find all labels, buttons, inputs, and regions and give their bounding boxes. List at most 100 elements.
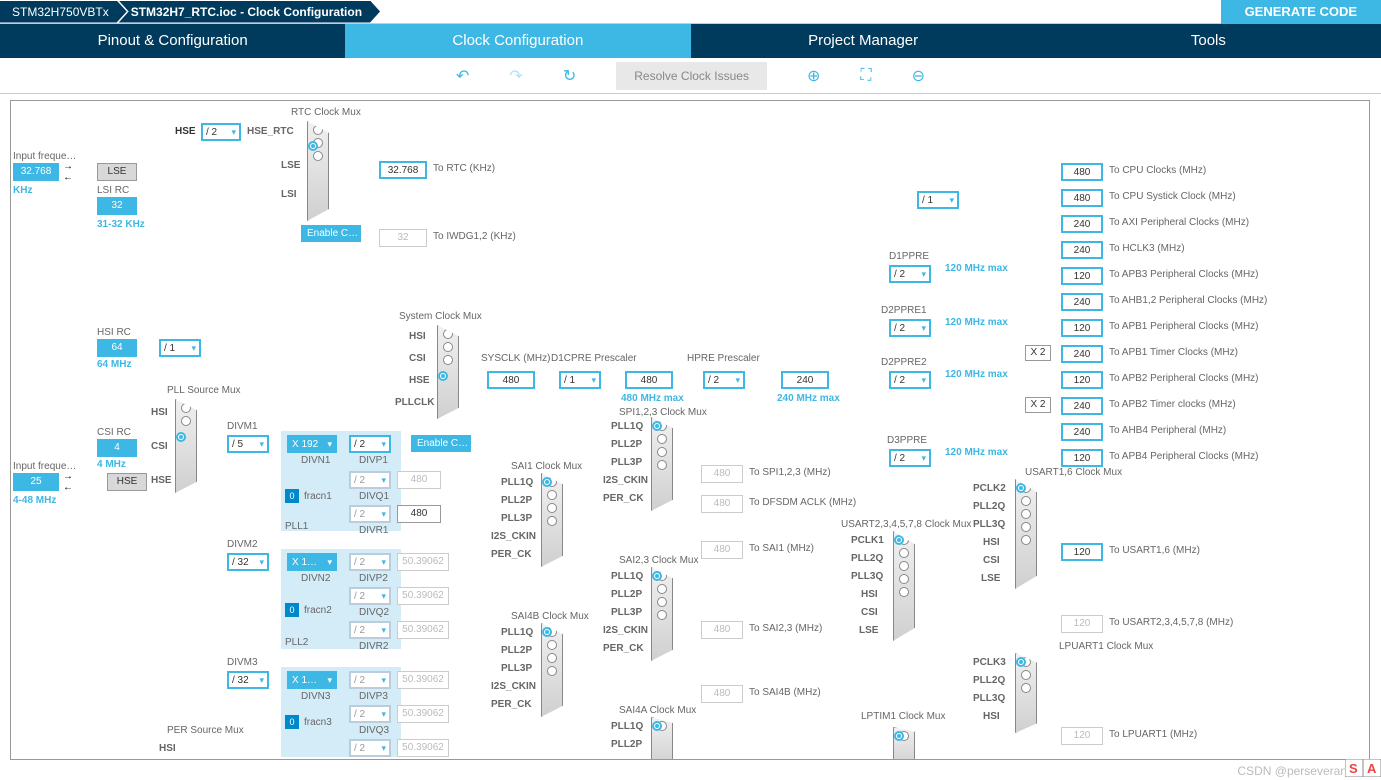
resolve-clock-issues-button[interactable]: Resolve Clock Issues <box>616 62 767 90</box>
apb2-to: To APB2 Peripheral Clocks (MHz) <box>1109 373 1259 384</box>
hpre-out[interactable]: 240 <box>781 371 829 389</box>
d3ppre[interactable]: / 2 <box>889 449 931 467</box>
tab-tools[interactable]: Tools <box>1036 24 1381 58</box>
d2ppre1[interactable]: / 2 <box>889 319 931 337</box>
divq2[interactable]: / 2 <box>349 587 391 605</box>
spi-pll1q: PLL1Q <box>611 421 643 432</box>
divm3[interactable]: / 32 <box>227 671 269 689</box>
enable-css-sys[interactable]: Enable C… <box>411 435 471 452</box>
apb1-out: 120 <box>1061 319 1103 337</box>
fracn2-val[interactable]: 0 <box>285 603 299 617</box>
spi-i2s: I2S_CKIN <box>603 475 648 486</box>
divn1[interactable]: X 192 <box>287 435 337 453</box>
bc-chip[interactable]: STM32H750VBTx <box>0 1 127 23</box>
axi-out: 240 <box>1061 215 1103 233</box>
spi-perck: PER_CK <box>603 493 644 504</box>
lpuart-mux[interactable] <box>1015 653 1037 733</box>
hsi-hint: 64 MHz <box>97 359 131 370</box>
divr3[interactable]: / 2 <box>349 739 391 757</box>
sai4a-mux[interactable] <box>651 717 673 760</box>
rtc-mux[interactable] <box>307 121 329 221</box>
d2ppre2[interactable]: / 2 <box>889 371 931 389</box>
divp1-lbl: DIVP1 <box>359 455 388 466</box>
redo-icon[interactable]: ↷ <box>509 66 522 86</box>
zoom-out-icon[interactable]: ⊖ <box>912 66 925 86</box>
hsirc-label: HSI RC <box>97 327 131 338</box>
divr2-lbl: DIVR2 <box>359 641 388 652</box>
hse-rtc-div[interactable]: / 2 <box>201 123 241 141</box>
sai4b-mux[interactable] <box>541 623 563 717</box>
apb2t-out: 240 <box>1061 397 1103 415</box>
hpre[interactable]: / 2 <box>703 371 745 389</box>
ahb12-to: To AHB1,2 Peripheral Clocks (MHz) <box>1109 295 1267 306</box>
divm1[interactable]: / 5 <box>227 435 269 453</box>
sai1-mux[interactable] <box>541 473 563 567</box>
sai4b-pll1q: PLL1Q <box>501 627 533 638</box>
clock-canvas[interactable]: Input freque… 32.768 →← KHz LSE LSI RC 3… <box>10 100 1370 760</box>
pll-source-mux[interactable] <box>175 399 197 493</box>
zoom-in-icon[interactable]: ⊕ <box>807 66 820 86</box>
divm2[interactable]: / 32 <box>227 553 269 571</box>
sai4b-pll2p: PLL2P <box>501 645 532 656</box>
divr2[interactable]: / 2 <box>349 621 391 639</box>
hsi-val: 64 <box>97 339 137 357</box>
refresh-icon[interactable]: ↻ <box>563 66 576 86</box>
lptim-mux[interactable] <box>893 727 915 760</box>
usart16-mux[interactable] <box>1015 479 1037 589</box>
x2-a: X 2 <box>1025 345 1051 361</box>
hclk3-to: To HCLK3 (MHz) <box>1109 243 1185 254</box>
d1cpre[interactable]: / 1 <box>559 371 601 389</box>
d1cpre-label: D1CPRE Prescaler <box>551 353 637 364</box>
divr1[interactable]: / 2 <box>349 505 391 523</box>
u16-csi: CSI <box>983 555 1000 566</box>
sysclk[interactable]: 480 <box>487 371 535 389</box>
ahb12-out: 240 <box>1061 293 1103 311</box>
divq3[interactable]: / 2 <box>349 705 391 723</box>
bus-div[interactable]: / 1 <box>917 191 959 209</box>
rtc-out[interactable]: 32.768 <box>379 161 427 179</box>
usart2-mux[interactable] <box>893 531 915 641</box>
lsirc-label: LSI RC <box>97 185 129 196</box>
undo-icon[interactable]: ↶ <box>456 66 469 86</box>
fracn3-val[interactable]: 0 <box>285 715 299 729</box>
tab-clock[interactable]: Clock Configuration <box>345 24 690 58</box>
divp3[interactable]: / 2 <box>349 671 391 689</box>
hse-rtc-label: HSE_RTC <box>247 126 294 137</box>
d1ppre[interactable]: / 2 <box>889 265 931 283</box>
d2ppre2-lbl: D2PPRE2 <box>881 357 927 368</box>
d1cpre-out[interactable]: 480 <box>625 371 673 389</box>
apb3-out: 120 <box>1061 267 1103 285</box>
spi-mux[interactable] <box>651 417 673 511</box>
lp-pll2q: PLL2Q <box>973 675 1005 686</box>
divp2[interactable]: / 2 <box>349 553 391 571</box>
sai23-mux[interactable] <box>651 567 673 661</box>
tab-pinout[interactable]: Pinout & Configuration <box>0 24 345 58</box>
divn2[interactable]: X 1… <box>287 553 337 571</box>
lse-input[interactable]: 32.768 <box>13 163 59 181</box>
badge-icon: SA <box>1345 759 1381 780</box>
u16-lse: LSE <box>981 573 1000 584</box>
sys-csi: CSI <box>409 353 426 364</box>
divp1[interactable]: / 2 <box>349 435 391 453</box>
arrow-icon: →← <box>63 471 73 493</box>
divq1[interactable]: / 2 <box>349 471 391 489</box>
generate-code-button[interactable]: GENERATE CODE <box>1221 0 1381 25</box>
pll-hse: HSE <box>151 475 172 486</box>
bc-file[interactable]: STM32H7_RTC.ioc - Clock Configuration <box>119 1 380 23</box>
hse-label: HSE <box>175 126 196 137</box>
hsi-div[interactable]: / 1 <box>159 339 201 357</box>
system-clock-mux[interactable] <box>437 325 459 419</box>
divn3[interactable]: X 1… <box>287 671 337 689</box>
divq1-lbl: DIVQ1 <box>359 491 389 502</box>
sai1-title: SAI1 Clock Mux <box>511 461 582 472</box>
hse-input[interactable]: 25 <box>13 473 59 491</box>
tab-project[interactable]: Project Manager <box>691 24 1036 58</box>
enable-css-rtc[interactable]: Enable C… <box>301 225 361 242</box>
d1cpre-hint: 480 MHz max <box>621 393 684 404</box>
breadcrumb: STM32H750VBTx STM32H7_RTC.ioc - Clock Co… <box>0 0 1381 24</box>
pll-hsi: HSI <box>151 407 168 418</box>
x2-b: X 2 <box>1025 397 1051 413</box>
d1ppre-lbl: D1PPRE <box>889 251 929 262</box>
fracn1-val[interactable]: 0 <box>285 489 299 503</box>
fit-icon[interactable]: ⛶ <box>860 67 871 85</box>
